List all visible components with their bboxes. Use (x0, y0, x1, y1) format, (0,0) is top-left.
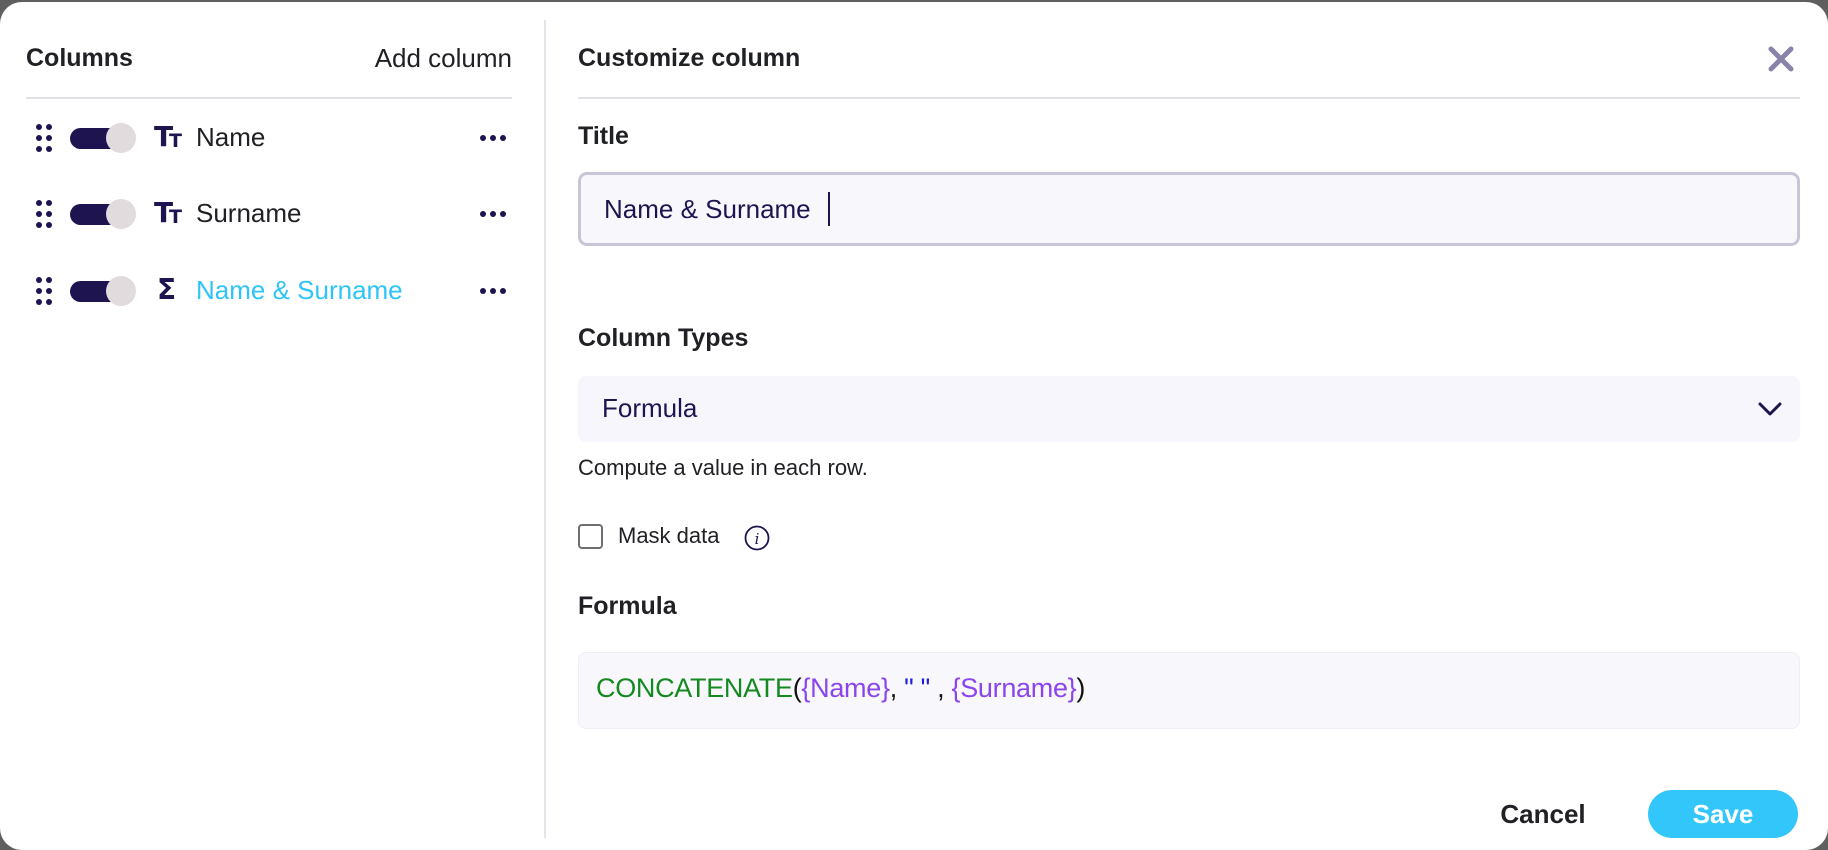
drag-handle-icon[interactable] (36, 277, 52, 305)
column-label-active[interactable]: Name & Surname (196, 275, 403, 306)
toggle-knob (106, 276, 136, 306)
customize-columns-modal: Columns Add column TT Name T T Surname Σ… (0, 2, 1828, 850)
visibility-toggle[interactable] (70, 199, 136, 229)
divider (578, 97, 1800, 99)
save-button[interactable]: Save (1648, 790, 1798, 838)
columns-header: Columns Add column (26, 40, 512, 76)
panel-divider (544, 20, 546, 838)
cancel-button[interactable]: Cancel (1478, 792, 1608, 836)
formula-separator: , (929, 673, 952, 703)
close-icon[interactable] (1766, 44, 1796, 74)
more-options-icon[interactable] (472, 278, 512, 304)
mask-data-label[interactable]: Mask data (618, 523, 720, 549)
sigma-formula-icon: Σ (157, 273, 177, 306)
title-input[interactable] (578, 172, 1800, 246)
column-list-item[interactable]: TT Name (26, 113, 512, 163)
column-type-value: Formula (602, 393, 698, 423)
column-label[interactable]: Name (196, 122, 265, 153)
formula-editor[interactable]: CONCATENATE({Name}, " " , {Surname}) (578, 652, 1800, 729)
chevron-down-icon (1756, 398, 1784, 420)
column-type-help: Compute a value in each row. (578, 455, 868, 480)
divider (26, 97, 512, 99)
formula-label: Formula (578, 592, 677, 620)
add-column-button[interactable]: Add column (375, 43, 512, 74)
info-icon[interactable]: i (744, 525, 770, 551)
columns-panel: Columns Add column TT Name T T Surname Σ… (26, 2, 512, 850)
customize-column-panel: Customize column Title Column Types Form… (578, 2, 1800, 850)
text-type-icon: TT (154, 196, 182, 229)
formula-paren: ) (1076, 673, 1086, 703)
more-options-icon[interactable] (472, 125, 512, 151)
formula-reference: {Surname} (951, 673, 1077, 703)
more-options-icon[interactable] (472, 201, 512, 227)
column-label[interactable]: Surname (196, 198, 302, 229)
columns-title: Columns (26, 44, 133, 72)
mask-data-checkbox[interactable] (578, 524, 603, 549)
column-list-item[interactable]: Σ Name & Surname (26, 266, 512, 316)
formula-string: " " (904, 673, 930, 703)
svg-text:i: i (755, 530, 760, 548)
visibility-toggle[interactable] (70, 276, 136, 306)
drag-handle-icon[interactable] (36, 200, 52, 228)
title-label: Title (578, 122, 629, 150)
column-list-item[interactable]: TT Surname (26, 189, 512, 239)
formula-text: CONCATENATE({Name}, " " , {Surname}) (596, 673, 1085, 704)
text-type-icon: TT (154, 120, 182, 153)
formula-function: CONCATENATE (596, 673, 793, 703)
column-type-select[interactable]: Formula (578, 376, 1800, 442)
visibility-toggle[interactable] (70, 123, 136, 153)
formula-reference: {Name} (801, 673, 890, 703)
formula-separator: , (889, 673, 905, 703)
toggle-knob (106, 123, 136, 153)
panel-title: Customize column (578, 44, 801, 72)
text-caret (828, 192, 830, 226)
drag-handle-icon[interactable] (36, 124, 52, 152)
toggle-knob (106, 199, 136, 229)
column-types-label: Column Types (578, 324, 749, 352)
